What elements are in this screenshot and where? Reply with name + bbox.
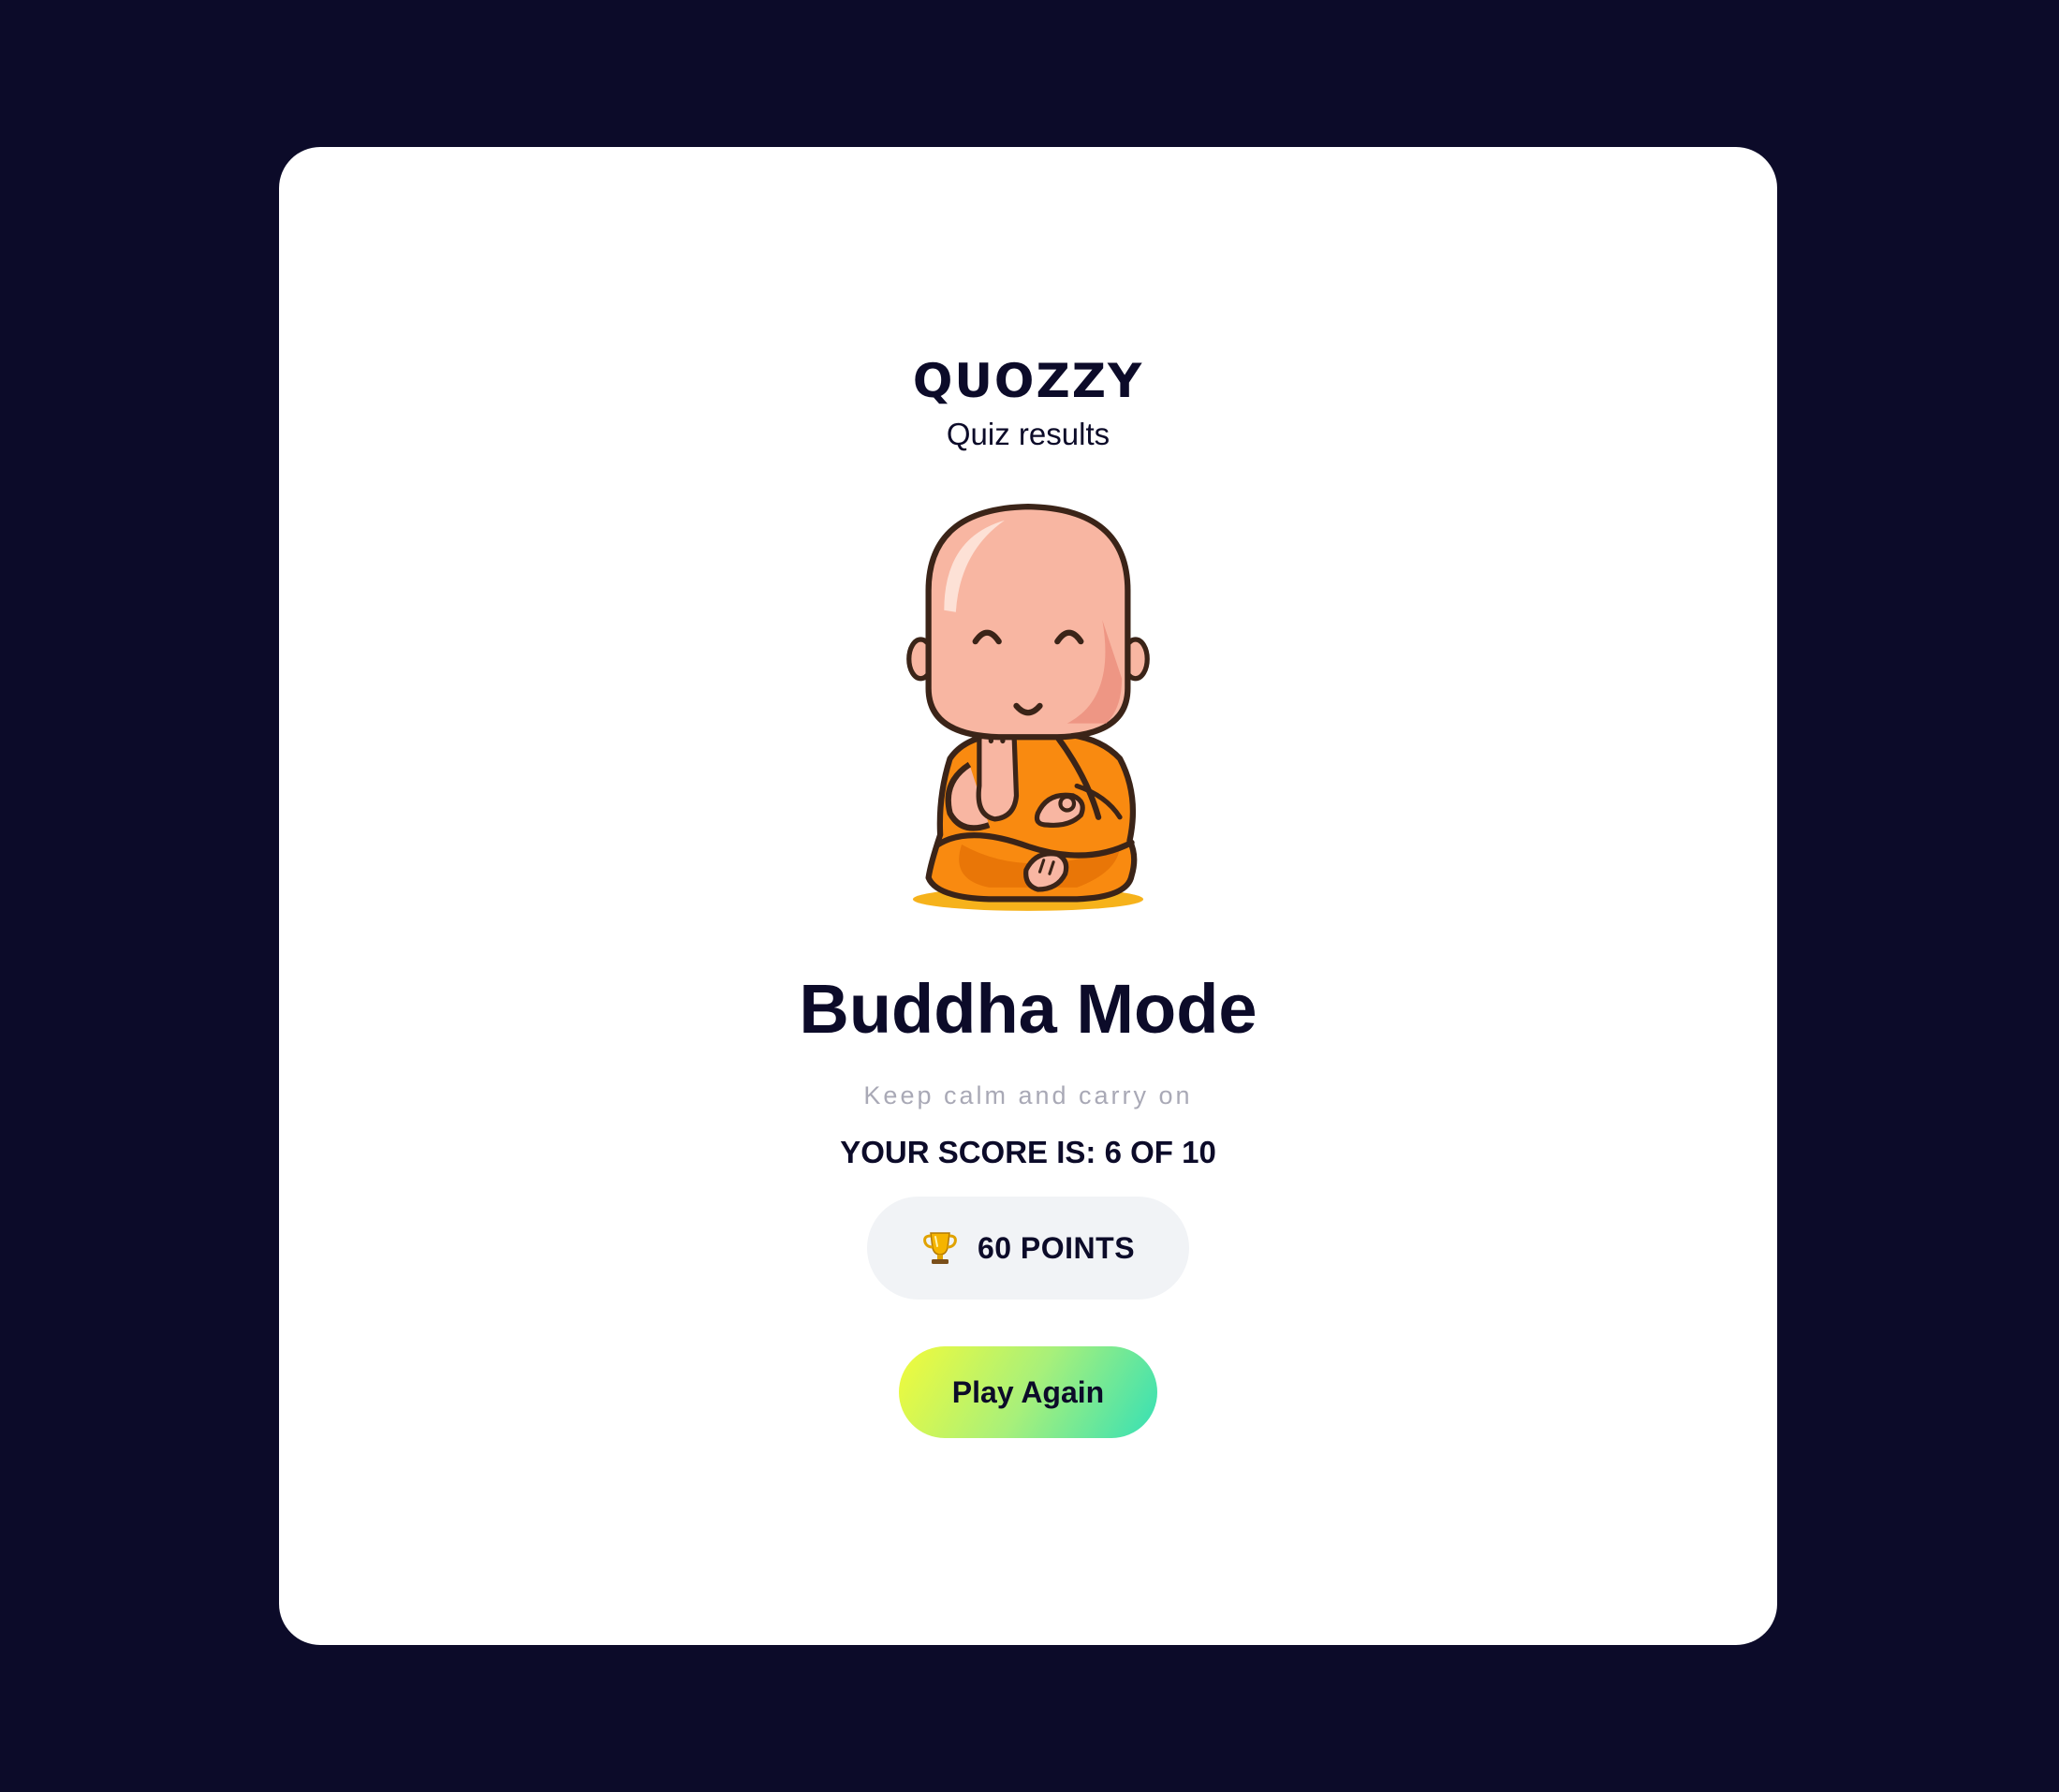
trophy-icon <box>923 1232 957 1264</box>
meditating-monk-icon <box>906 504 1150 911</box>
play-again-button[interactable]: Play Again <box>899 1346 1157 1438</box>
brand-logo: QUOZZY <box>912 354 1144 408</box>
points-badge: 60 POINTS <box>867 1197 1189 1300</box>
results-card: QUOZZY Quiz results Buddha Mode Keep cal… <box>279 147 1777 1645</box>
score-text: YOUR SCORE IS: 6 OF 10 <box>840 1135 1216 1169</box>
page-subtitle: Quiz results <box>946 417 1110 451</box>
result-title: Buddha Mode <box>799 970 1257 1048</box>
result-tagline: Keep calm and carry on <box>863 1081 1193 1109</box>
points-text: 60 POINTS <box>977 1230 1136 1265</box>
